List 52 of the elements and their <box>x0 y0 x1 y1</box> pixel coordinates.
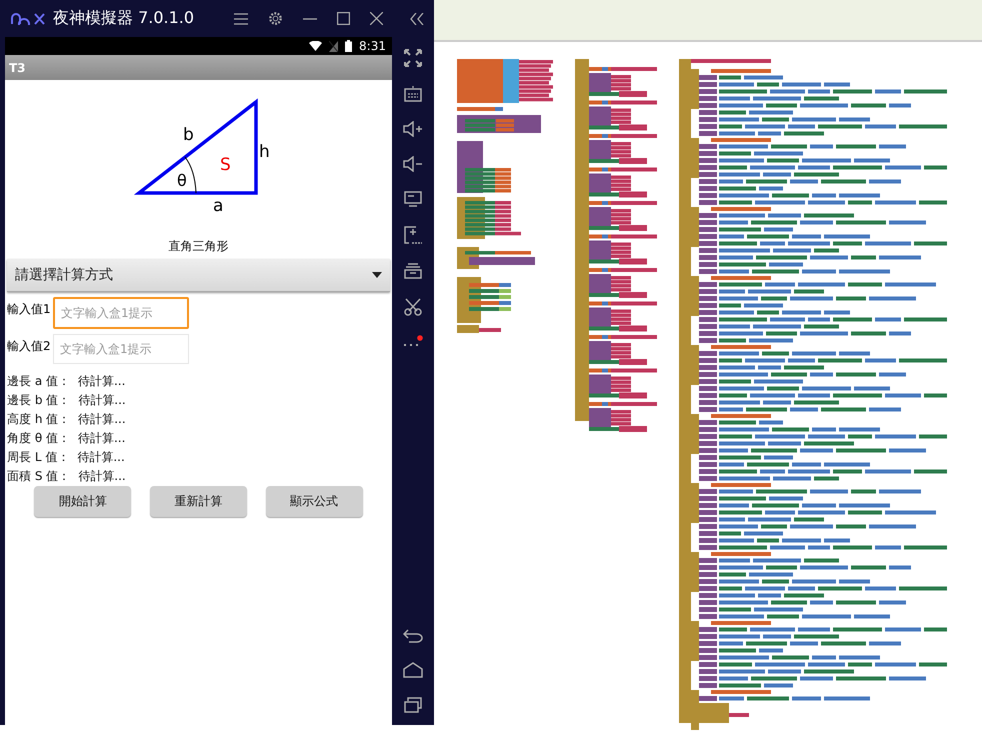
multi-window-icon[interactable] <box>404 263 422 279</box>
side-label: h <box>259 142 270 162</box>
side-label: a <box>213 196 224 216</box>
input-label: 輸入值1 <box>7 301 52 318</box>
fullscreen-icon[interactable] <box>404 49 422 67</box>
more-icon[interactable] <box>403 335 423 347</box>
action-button[interactable]: 重新計算 <box>150 486 247 517</box>
result-value: 待計算... <box>77 449 125 466</box>
window-title: 夜神模擬器 7.0.1.0 <box>53 8 194 29</box>
home-icon[interactable] <box>403 662 423 678</box>
keyboard-icon[interactable] <box>404 86 422 102</box>
maximize-icon[interactable] <box>337 12 350 25</box>
area-label: S <box>220 155 231 175</box>
volume-down-icon[interactable] <box>403 156 423 172</box>
back-icon[interactable] <box>403 629 423 643</box>
monitor-icon[interactable] <box>404 191 422 207</box>
minimize-icon[interactable] <box>303 18 317 20</box>
result-label: 角度 θ 值： <box>7 430 70 447</box>
volume-up-icon[interactable] <box>403 121 423 137</box>
result-label: 邊長 b 值： <box>7 392 70 409</box>
result-value: 待計算... <box>78 411 126 428</box>
result-value: 待計算... <box>78 430 126 447</box>
result-value: 待計算... <box>78 373 126 390</box>
add-app-icon[interactable] <box>404 226 422 244</box>
dropdown-arrow-icon <box>372 272 382 278</box>
action-button[interactable]: 顯示公式 <box>266 486 363 517</box>
caption: 直角三角形 <box>168 238 228 255</box>
status-time: 8:31 <box>359 39 386 53</box>
angle-arc <box>184 156 196 194</box>
settings-icon[interactable] <box>268 11 283 26</box>
result-label: 邊長 a 值： <box>7 373 70 390</box>
result-value: 待計算... <box>78 468 126 485</box>
side-label: b <box>183 125 194 145</box>
collapse-icon[interactable] <box>410 12 424 24</box>
input-label: 輸入值2 <box>7 338 52 355</box>
input-field[interactable]: 文字輸入盒1提示 <box>53 297 189 329</box>
result-value: 待計算... <box>78 392 126 409</box>
calculation-dropdown[interactable]: 請選擇計算方式 <box>7 259 390 292</box>
close-icon[interactable] <box>370 12 383 25</box>
result-label: 面積 S 值： <box>7 468 70 485</box>
result-label: 高度 h 值： <box>7 411 70 428</box>
result-label: 周長 L 值： <box>7 449 70 466</box>
recent-apps-icon[interactable] <box>404 697 422 713</box>
angle-label: θ <box>177 171 187 190</box>
action-button[interactable]: 開始計算 <box>34 486 132 517</box>
no-signal-icon <box>329 40 338 52</box>
battery-icon <box>345 40 352 52</box>
logo-icon <box>11 12 45 24</box>
menu-icon[interactable] <box>234 12 248 24</box>
app-title: T3 <box>9 60 26 74</box>
wifi-icon <box>309 41 322 51</box>
scissors-icon[interactable] <box>404 298 422 316</box>
